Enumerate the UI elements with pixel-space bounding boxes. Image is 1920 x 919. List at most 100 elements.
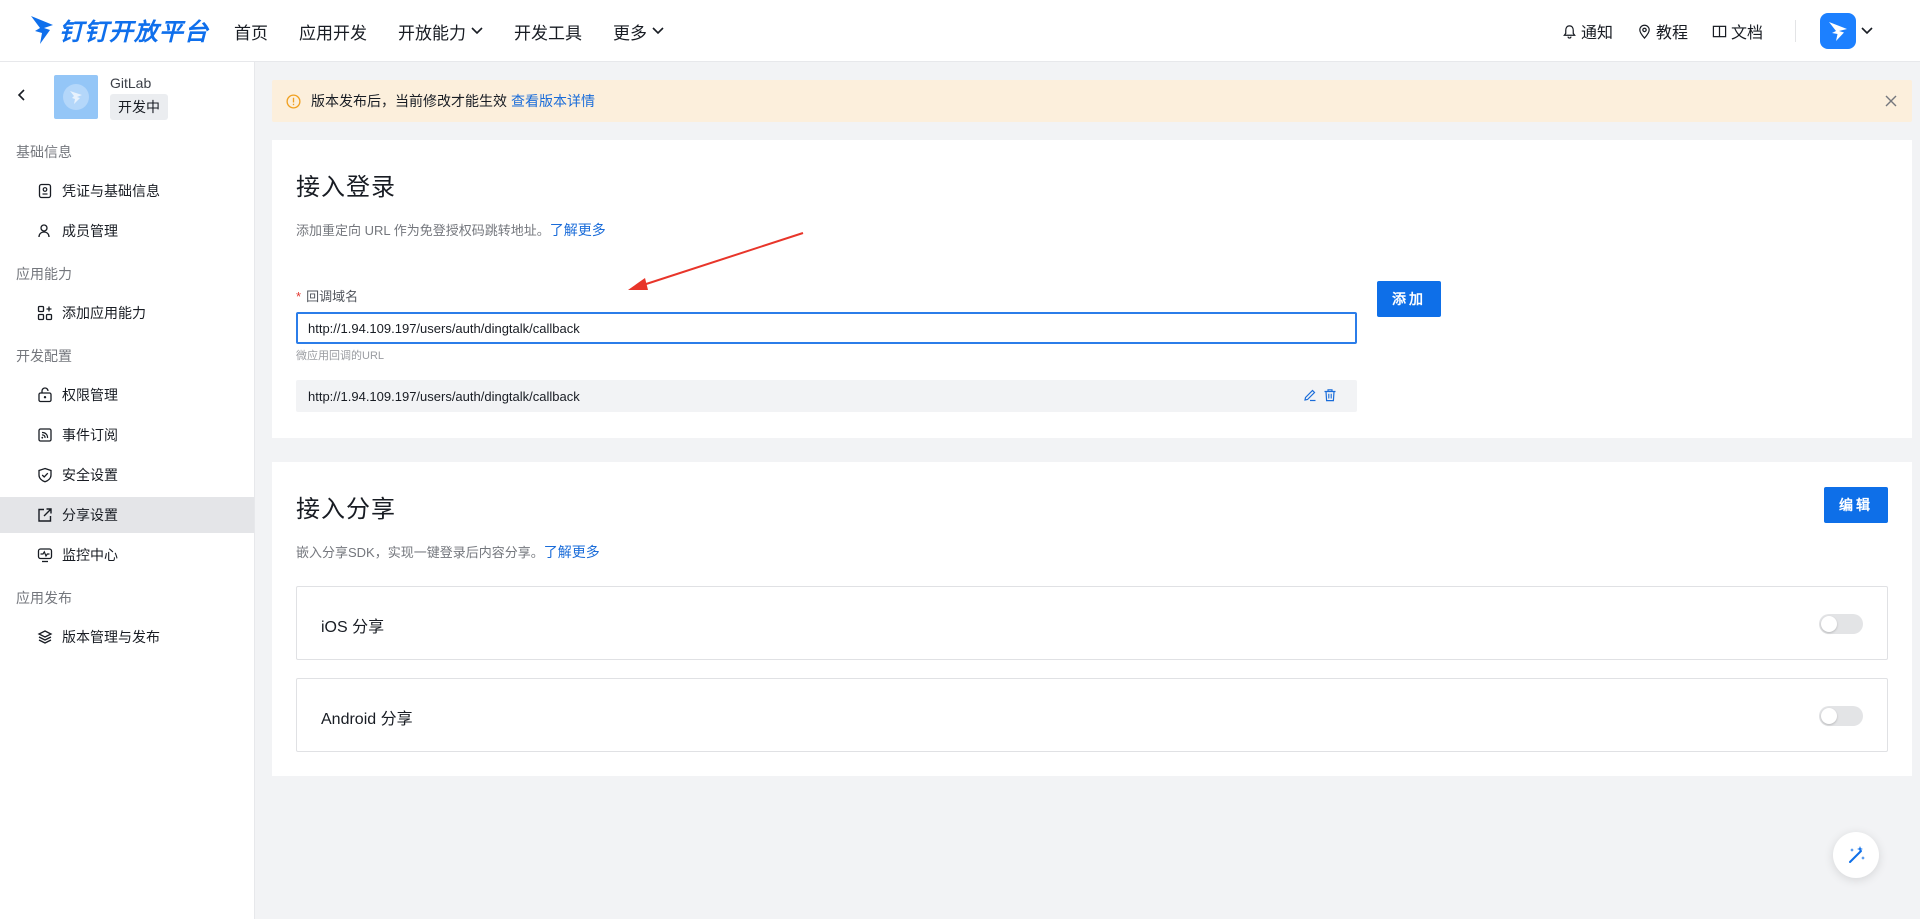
sidebar-group-capabilities: 应用能力 <box>16 266 72 282</box>
required-mark: * <box>296 289 302 304</box>
sidebar-item-credentials[interactable]: 凭证与基础信息 <box>0 173 254 209</box>
shield-icon <box>38 467 52 483</box>
publish-alert: 版本发布后，当前修改才能生效 查看版本详情 <box>272 80 1912 122</box>
credential-icon <box>38 183 52 199</box>
edit-icon[interactable] <box>1303 388 1317 402</box>
close-icon[interactable] <box>1884 94 1898 108</box>
sidebar-group-basic: 基础信息 <box>16 144 72 160</box>
toggle-knob <box>1821 708 1837 724</box>
app-header: GitLab 开发中 <box>0 62 255 126</box>
annotation-arrow <box>628 232 804 290</box>
sidebar-item-versions[interactable]: 版本管理与发布 <box>0 619 254 655</box>
sidebar-group-publish: 应用发布 <box>16 590 72 606</box>
app-name: GitLab <box>110 75 152 91</box>
share-icon <box>38 508 52 522</box>
apps-add-icon <box>37 305 53 321</box>
share-learn-more-link[interactable]: 了解更多 <box>544 544 600 560</box>
share-card-desc: 嵌入分享SDK，实现一键登录后内容分享。了解更多 <box>296 542 600 562</box>
sidebar-item-label: 凭证与基础信息 <box>62 183 160 199</box>
header-divider <box>1795 20 1796 42</box>
sidebar-item-security[interactable]: 安全设置 <box>0 457 254 493</box>
nav-home-label: 首页 <box>234 23 268 43</box>
share-card: 接入分享 编辑 嵌入分享SDK，实现一键登录后内容分享。了解更多 iOS 分享 … <box>272 462 1912 776</box>
login-learn-more-link[interactable]: 了解更多 <box>550 222 606 238</box>
sidebar-item-members[interactable]: 成员管理 <box>0 213 254 249</box>
url-row-actions <box>1297 388 1337 402</box>
app-icon <box>54 75 98 119</box>
docs-link[interactable]: 文档 <box>1712 19 1763 43</box>
monitor-icon <box>37 548 53 563</box>
nav-open-capabilities[interactable]: 开放能力 <box>398 19 483 44</box>
event-icon <box>38 428 52 442</box>
chevron-down-icon <box>471 27 483 35</box>
tutorial-link[interactable]: 教程 <box>1637 19 1688 43</box>
android-share-toggle[interactable] <box>1819 706 1863 726</box>
sidebar-item-events[interactable]: 事件订阅 <box>0 417 254 453</box>
brand-logo[interactable]: 钉钉开放平台 <box>28 12 209 47</box>
nav-more-label: 更多 <box>613 23 647 43</box>
ai-assistant-button[interactable] <box>1833 832 1879 878</box>
toggle-knob <box>1821 616 1837 632</box>
header-right-links: 通知 教程 文档 <box>1538 0 1873 62</box>
docs-label: 文档 <box>1730 25 1763 42</box>
warning-icon <box>286 93 301 109</box>
sidebar-group-dev-config: 开发配置 <box>16 348 72 364</box>
nav-dev-tools-label: 开发工具 <box>514 23 582 43</box>
top-navbar: 钉钉开放平台 首页 应用开发 开放能力 开发工具 更多 通知 教程 文档 <box>0 0 1920 62</box>
brand-name: 钉钉开放平台 <box>59 19 209 46</box>
main-nav: 首页 应用开发 开放能力 开发工具 更多 <box>234 0 695 62</box>
nav-dev-tools[interactable]: 开发工具 <box>514 19 582 44</box>
permission-icon <box>38 387 52 403</box>
callback-url-input[interactable] <box>296 312 1357 344</box>
sidebar: GitLab 开发中 基础信息 凭证与基础信息 成员管理 应用能力 添加应用能力… <box>0 62 255 919</box>
notify-link[interactable]: 通知 <box>1562 19 1613 43</box>
android-share-label: Android 分享 <box>321 711 413 728</box>
dingtalk-avatar-icon <box>1829 22 1847 41</box>
nav-app-dev[interactable]: 应用开发 <box>299 19 367 44</box>
app-logo-icon <box>63 84 89 110</box>
sidebar-item-label: 监控中心 <box>62 547 118 563</box>
tutorial-label: 教程 <box>1655 25 1688 42</box>
avatar <box>1820 13 1856 49</box>
login-card: 接入登录 添加重定向 URL 作为免登授权码跳转地址。了解更多 * 回调域名 微应… <box>272 140 1912 438</box>
edit-button[interactable]: 编辑 <box>1824 487 1888 523</box>
location-pin-icon <box>1639 24 1650 39</box>
user-menu[interactable] <box>1820 13 1873 49</box>
chevron-down-icon <box>652 27 664 35</box>
back-arrow-icon[interactable] <box>16 88 28 102</box>
ios-share-label: iOS 分享 <box>321 619 385 636</box>
sidebar-item-label: 分享设置 <box>62 507 118 523</box>
alert-version-link[interactable]: 查看版本详情 <box>511 91 595 111</box>
sidebar-item-share-settings[interactable]: 分享设置 <box>0 497 254 533</box>
sidebar-item-label: 事件订阅 <box>62 427 118 443</box>
alert-text: 版本发布后，当前修改才能生效 <box>311 93 507 109</box>
bell-icon <box>1563 24 1576 39</box>
sidebar-item-label: 版本管理与发布 <box>62 629 160 645</box>
login-desc-text: 添加重定向 URL 作为免登授权码跳转地址。 <box>296 223 550 238</box>
ios-share-toggle[interactable] <box>1819 614 1863 634</box>
callback-label-text: 回调域名 <box>306 289 359 304</box>
sidebar-item-label: 安全设置 <box>62 467 118 483</box>
sidebar-item-add-capability[interactable]: 添加应用能力 <box>0 295 254 331</box>
share-desc-text: 嵌入分享SDK，实现一键登录后内容分享。 <box>296 545 544 560</box>
layers-icon <box>37 630 53 644</box>
add-button[interactable]: 添加 <box>1377 281 1441 317</box>
nav-open-capabilities-label: 开放能力 <box>398 23 466 43</box>
android-share-box: Android 分享 <box>296 678 1888 752</box>
nav-app-dev-label: 应用开发 <box>299 23 367 43</box>
login-card-desc: 添加重定向 URL 作为免登授权码跳转地址。了解更多 <box>296 220 606 240</box>
magic-wand-icon <box>1849 846 1865 863</box>
share-card-title: 接入分享 <box>296 496 396 523</box>
nav-more[interactable]: 更多 <box>613 19 664 44</box>
sidebar-item-label: 成员管理 <box>62 223 118 239</box>
sidebar-item-permissions[interactable]: 权限管理 <box>0 377 254 413</box>
sidebar-item-monitor[interactable]: 监控中心 <box>0 537 254 573</box>
nav-home[interactable]: 首页 <box>234 19 268 44</box>
app-status-badge: 开发中 <box>110 94 168 120</box>
callback-url-row: http://1.94.109.197/users/auth/dingtalk/… <box>296 380 1357 412</box>
book-icon <box>1712 25 1727 37</box>
callback-field-help: 微应用回调的URL <box>296 350 385 362</box>
delete-icon[interactable] <box>1323 388 1337 402</box>
callback-field-label: * 回调域名 <box>296 286 358 305</box>
ios-share-box: iOS 分享 <box>296 586 1888 660</box>
